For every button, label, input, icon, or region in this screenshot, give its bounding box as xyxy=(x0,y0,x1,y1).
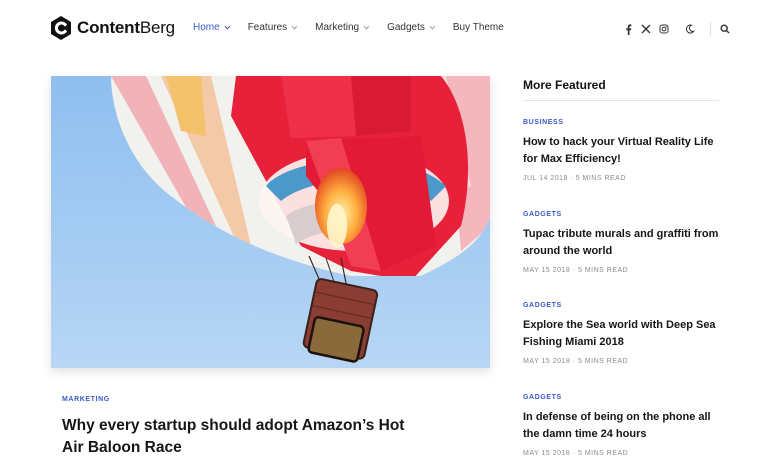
post-category[interactable]: GADGETS xyxy=(523,211,723,218)
main-post-title[interactable]: Why every startup should adopt Amazon’s … xyxy=(62,415,422,459)
post-category[interactable]: GADGETS xyxy=(523,394,723,401)
post-meta: MAY 15 2018 · 5 MINS READ xyxy=(523,267,629,274)
chevron-down-icon xyxy=(429,23,436,29)
nav-item-buy-theme[interactable]: Buy Theme xyxy=(453,22,504,33)
main-nav: Home Features Marketing Gadgets Buy Them… xyxy=(193,22,524,33)
post-category[interactable]: GADGETS xyxy=(523,302,723,309)
chevron-down-icon xyxy=(224,23,230,29)
post-title[interactable]: Tupac tribute murals and graffiti from a… xyxy=(523,226,723,259)
facebook-icon[interactable] xyxy=(622,23,634,35)
moon-icon[interactable] xyxy=(684,23,696,35)
sidebar-post: GADGETS Tupac tribute murals and graffit… xyxy=(523,211,723,274)
main-post-category[interactable]: MARKETING xyxy=(62,396,110,403)
nav-item-marketing[interactable]: Marketing xyxy=(315,22,370,33)
instagram-icon[interactable] xyxy=(658,23,670,35)
search-icon[interactable] xyxy=(719,23,731,35)
sidebar-post: BUSINESS How to hack your Virtual Realit… xyxy=(523,119,723,182)
featured-image[interactable] xyxy=(51,76,490,368)
chevron-down-icon xyxy=(291,23,298,29)
nav-item-features[interactable]: Features xyxy=(248,22,298,33)
nav-item-home[interactable]: Home xyxy=(193,22,230,33)
header-actions xyxy=(622,22,737,36)
post-title[interactable]: Explore the Sea world with Deep Sea Fish… xyxy=(523,317,723,350)
post-meta: MAY 15 2018 · 5 MINS READ xyxy=(523,358,629,365)
nav-item-gadgets[interactable]: Gadgets xyxy=(387,22,436,33)
site-header: ContentBerg Home Features Marketing Gadg… xyxy=(0,0,768,58)
hot-air-balloon-image xyxy=(111,76,490,363)
sidebar-post: GADGETS In defense of being on the phone… xyxy=(523,394,723,457)
x-icon[interactable] xyxy=(640,23,652,35)
header-divider xyxy=(710,22,711,36)
post-title[interactable]: In defense of being on the phone all the… xyxy=(523,409,723,442)
chevron-down-icon xyxy=(363,23,370,29)
post-category[interactable]: BUSINESS xyxy=(523,119,723,126)
post-meta: MAY 15 2018 · 5 MINS READ xyxy=(523,450,629,457)
post-meta: JUL 14 2018 · 5 MINS READ xyxy=(523,175,626,182)
logo-text: ContentBerg xyxy=(77,18,175,37)
sidebar-post: GADGETS Explore the Sea world with Deep … xyxy=(523,302,723,365)
sidebar-heading: More Featured xyxy=(523,78,719,101)
site-logo[interactable]: ContentBerg xyxy=(50,16,175,40)
logo-mark-icon xyxy=(51,16,71,40)
post-title[interactable]: How to hack your Virtual Reality Life fo… xyxy=(523,134,723,167)
